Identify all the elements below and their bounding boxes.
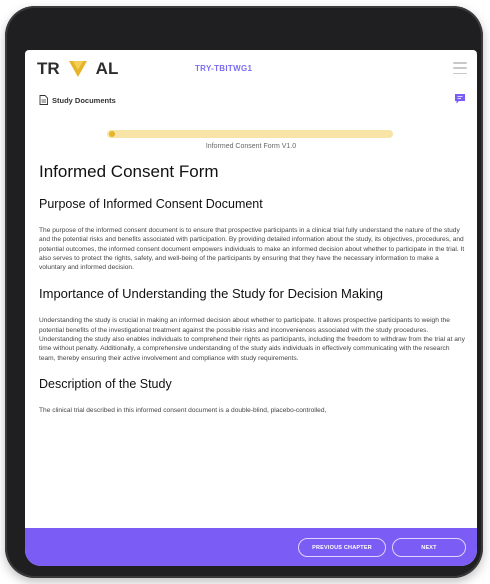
section-heading: Description of the Study xyxy=(39,376,172,391)
document-content[interactable]: Informed Consent Form Purpose of Informe… xyxy=(39,158,465,528)
section-body: The clinical trial described in this inf… xyxy=(39,406,327,414)
app-logo: TR AL xyxy=(37,59,118,79)
chat-icon[interactable] xyxy=(455,94,465,104)
hamburger-menu-icon[interactable] xyxy=(453,62,467,74)
study-code: TRY-TBITWG1 xyxy=(195,64,253,73)
logo-text-left: TR xyxy=(37,59,60,78)
document-title: Informed Consent Form xyxy=(39,162,219,181)
section-heading: Purpose of Informed Consent Document xyxy=(39,197,263,211)
section-heading: Importance of Understanding the Study fo… xyxy=(39,286,383,302)
tablet-frame: TR AL TRY-TBITWG1 Study Documents Inform… xyxy=(5,6,483,578)
next-button[interactable]: NEXT xyxy=(392,538,466,557)
previous-chapter-button[interactable]: PREVIOUS CHAPTER xyxy=(298,538,386,557)
logo-text-right: AL xyxy=(95,59,119,78)
progress-indicator xyxy=(109,131,115,137)
document-icon xyxy=(39,95,48,105)
form-version-caption: Informed Consent Form V1.0 xyxy=(205,143,297,150)
study-documents-bar[interactable]: Study Documents xyxy=(25,88,477,112)
top-bar: TR AL TRY-TBITWG1 xyxy=(25,50,477,88)
section-body: Understanding the study is crucial in ma… xyxy=(39,317,465,362)
study-documents-label: Study Documents xyxy=(52,95,116,105)
logo-v-icon xyxy=(68,61,87,77)
section-body: The purpose of the informed consent docu… xyxy=(39,227,465,272)
chapter-progress-bar xyxy=(107,130,393,138)
chapter-nav-bar: PREVIOUS CHAPTER NEXT xyxy=(25,528,477,566)
app-screen: TR AL TRY-TBITWG1 Study Documents Inform… xyxy=(25,50,477,566)
